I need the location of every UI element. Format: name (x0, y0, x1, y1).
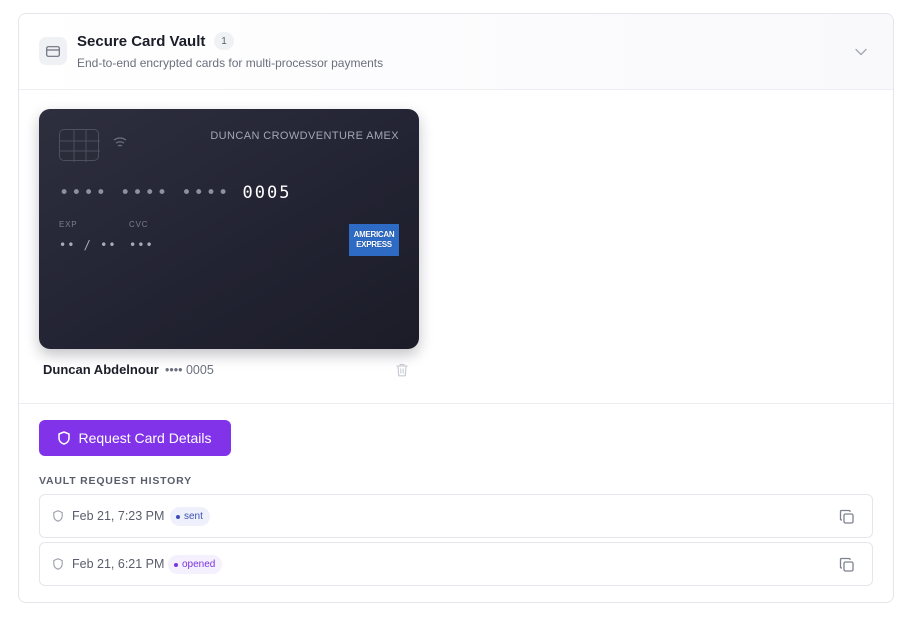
credit-card-icon (39, 37, 67, 65)
trash-icon[interactable] (396, 363, 410, 379)
history-row-time: Feb 21, 7:23 PM (72, 509, 165, 523)
history-row[interactable]: Feb 21, 6:21 PM opened (39, 542, 873, 586)
request-card-details-button[interactable]: Request Card Details (39, 420, 231, 456)
copy-icon[interactable] (839, 509, 855, 525)
exp-value: •• / •• (59, 238, 117, 252)
card-number: •••• •••• •••• 0005 (59, 183, 291, 203)
shield-icon (58, 431, 71, 445)
history-title: VAULT REQUEST HISTORY (39, 475, 192, 487)
shield-icon (53, 510, 63, 522)
status-badge: opened (168, 555, 223, 574)
card-owner-name: Duncan Abdelnour (43, 362, 159, 377)
card-chip-icon (59, 129, 100, 162)
card-number-last4: 0005 (242, 183, 292, 203)
amex-logo: AMERICAN EXPRESS (349, 224, 399, 256)
card-holder-label: DUNCAN CROWDVENTURE AMEX (210, 130, 399, 142)
cvc-value: ••• (129, 238, 154, 252)
request-button-label: Request Card Details (78, 430, 212, 446)
copy-icon[interactable] (839, 557, 855, 573)
history-row[interactable]: Feb 21, 7:23 PM sent (39, 494, 873, 538)
section-divider (19, 403, 893, 404)
panel-header[interactable]: Secure Card Vault 1 End-to-end encrypted… (19, 14, 893, 90)
history-row-time: Feb 21, 6:21 PM (72, 557, 165, 571)
panel-subtitle: End-to-end encrypted cards for multi-pro… (77, 56, 384, 70)
contactless-icon (111, 136, 129, 155)
card-meta-number: •••• 0005 (165, 363, 214, 377)
payment-card[interactable]: DUNCAN CROWDVENTURE AMEX •••• •••• •••• … (39, 109, 419, 349)
status-badge: sent (170, 507, 210, 526)
panel-title: Secure Card Vault (77, 33, 206, 50)
shield-icon (53, 558, 63, 570)
exp-label: EXP (59, 220, 78, 229)
card-number-masked: •••• •••• •••• (59, 183, 243, 203)
card-count-badge: 1 (214, 32, 234, 50)
secure-card-vault-panel: Secure Card Vault 1 End-to-end encrypted… (18, 13, 894, 603)
cvc-label: CVC (129, 220, 149, 229)
chevron-down-icon[interactable] (851, 42, 871, 62)
